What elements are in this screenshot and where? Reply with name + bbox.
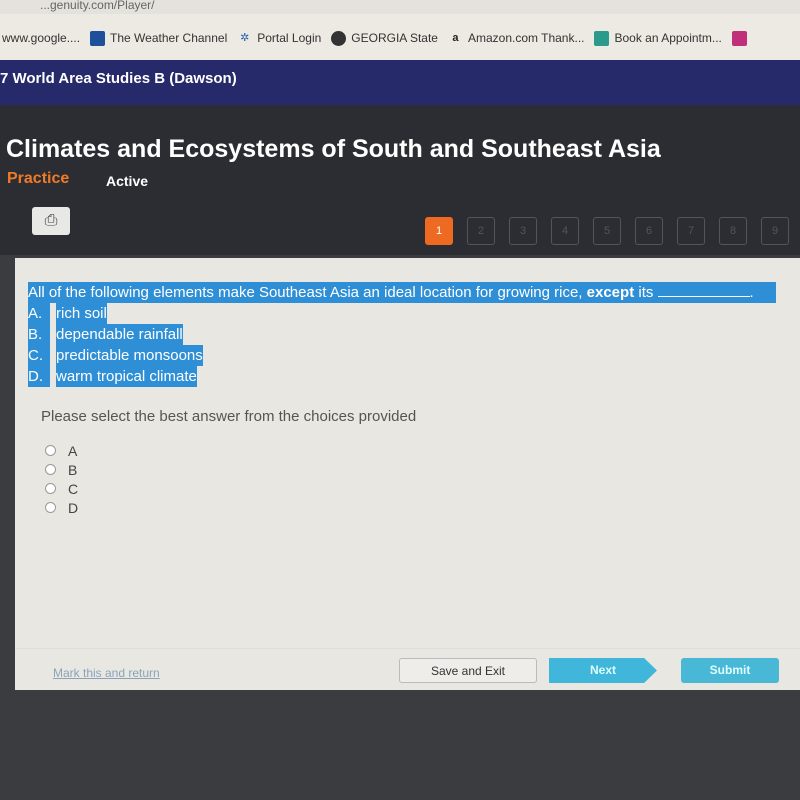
bookmark-appointment[interactable]: Book an Appointm... bbox=[594, 30, 722, 46]
question-7-button[interactable]: 7 bbox=[677, 217, 705, 245]
radio-circle-icon bbox=[45, 483, 56, 494]
question-8-button[interactable]: 8 bbox=[719, 217, 747, 245]
option-letter: C. bbox=[28, 345, 50, 366]
print-button[interactable]: ⎙ bbox=[32, 207, 70, 235]
bookmark-amazon[interactable]: a Amazon.com Thank... bbox=[448, 31, 585, 46]
option-letter: B. bbox=[28, 324, 50, 345]
choice-label: C bbox=[68, 480, 79, 497]
choice-c-radio[interactable]: C bbox=[45, 479, 78, 498]
next-button[interactable]: Next bbox=[549, 658, 657, 683]
instructions: Please select the best answer from the c… bbox=[41, 408, 417, 425]
question: All of the following elements make South… bbox=[28, 282, 776, 387]
question-emphasis: except bbox=[586, 284, 635, 301]
portal-icon: ✲ bbox=[240, 31, 250, 44]
radio-circle-icon bbox=[45, 502, 56, 513]
option-text: predictable monsoons bbox=[56, 345, 203, 366]
choice-label: B bbox=[68, 461, 78, 478]
question-5-button[interactable]: 5 bbox=[593, 217, 621, 245]
grid-icon bbox=[594, 30, 610, 46]
question-text: All of the following elements make South… bbox=[28, 284, 583, 301]
question-4-button[interactable]: 4 bbox=[551, 217, 579, 245]
question-text-end: its bbox=[638, 284, 654, 301]
option-text: rich soil bbox=[56, 303, 107, 324]
question-3-button[interactable]: 3 bbox=[509, 217, 537, 245]
option-text: warm tropical climate bbox=[56, 366, 197, 387]
question-1-button[interactable]: 1 bbox=[425, 217, 453, 245]
bookmark-portal[interactable]: ✲ Portal Login bbox=[237, 31, 321, 46]
bookmark-georgia[interactable]: GEORGIA State bbox=[331, 30, 438, 46]
radio-circle-icon bbox=[45, 464, 56, 475]
choice-a-radio[interactable]: A bbox=[45, 441, 78, 460]
activity-header: Climates and Ecosystems of South and Sou… bbox=[0, 105, 800, 255]
bookmark-google[interactable]: www.google.... bbox=[2, 31, 80, 45]
radio-circle-icon bbox=[45, 445, 56, 456]
option-b: B. dependable rainfall bbox=[28, 324, 776, 345]
option-a: A. rich soil bbox=[28, 303, 776, 324]
bookmark-icon bbox=[731, 30, 747, 46]
option-text: dependable rainfall bbox=[56, 324, 183, 345]
course-title: 7 World Area Studies B (Dawson) bbox=[0, 70, 237, 87]
footer-divider bbox=[15, 648, 800, 649]
answer-blank bbox=[657, 283, 750, 297]
course-nav: 7 World Area Studies B (Dawson) bbox=[0, 60, 800, 105]
choice-d-radio[interactable]: D bbox=[45, 498, 78, 517]
question-9-button[interactable]: 9 bbox=[761, 217, 789, 245]
page-title: Climates and Ecosystems of South and Sou… bbox=[6, 135, 661, 163]
option-letter: A. bbox=[28, 303, 50, 324]
question-nav: 1 2 3 4 5 6 7 8 9 bbox=[425, 217, 789, 245]
bookmark-weather[interactable]: The Weather Channel bbox=[90, 30, 228, 46]
choice-b-radio[interactable]: B bbox=[45, 460, 78, 479]
weather-channel-icon bbox=[90, 30, 106, 46]
print-icon: ⎙ bbox=[44, 212, 58, 229]
amazon-icon: a bbox=[452, 31, 459, 44]
choice-label: D bbox=[68, 499, 79, 516]
bookmark-extra[interactable] bbox=[731, 30, 747, 46]
submit-button[interactable]: Submit bbox=[681, 658, 779, 683]
answer-choices: A B C D bbox=[45, 441, 78, 517]
bookmark-label: Amazon.com Thank... bbox=[467, 31, 585, 45]
bookmark-label: www.google.... bbox=[2, 31, 81, 45]
bookmark-label: Book an Appointm... bbox=[614, 31, 722, 45]
choice-label: A bbox=[68, 442, 78, 459]
option-letter: D. bbox=[28, 366, 50, 387]
bookmark-label: The Weather Channel bbox=[110, 31, 228, 45]
question-stem: All of the following elements make South… bbox=[28, 282, 776, 303]
save-and-exit-button[interactable]: Save and Exit bbox=[399, 658, 537, 683]
question-6-button[interactable]: 6 bbox=[635, 217, 663, 245]
question-2-button[interactable]: 2 bbox=[467, 217, 495, 245]
option-d: D. warm tropical climate bbox=[28, 366, 776, 387]
bookmarks-bar: www.google.... The Weather Channel ✲ Port… bbox=[0, 14, 800, 62]
mark-and-return-link[interactable]: Mark this and return bbox=[53, 666, 160, 680]
question-panel: All of the following elements make South… bbox=[15, 258, 800, 690]
globe-icon bbox=[331, 30, 347, 46]
status-label: Active bbox=[106, 173, 149, 189]
option-c: C. predictable monsoons bbox=[28, 345, 776, 366]
mode-label: Practice bbox=[7, 170, 70, 187]
bookmark-label: Portal Login bbox=[257, 31, 322, 45]
bookmark-label: GEORGIA State bbox=[351, 31, 438, 45]
